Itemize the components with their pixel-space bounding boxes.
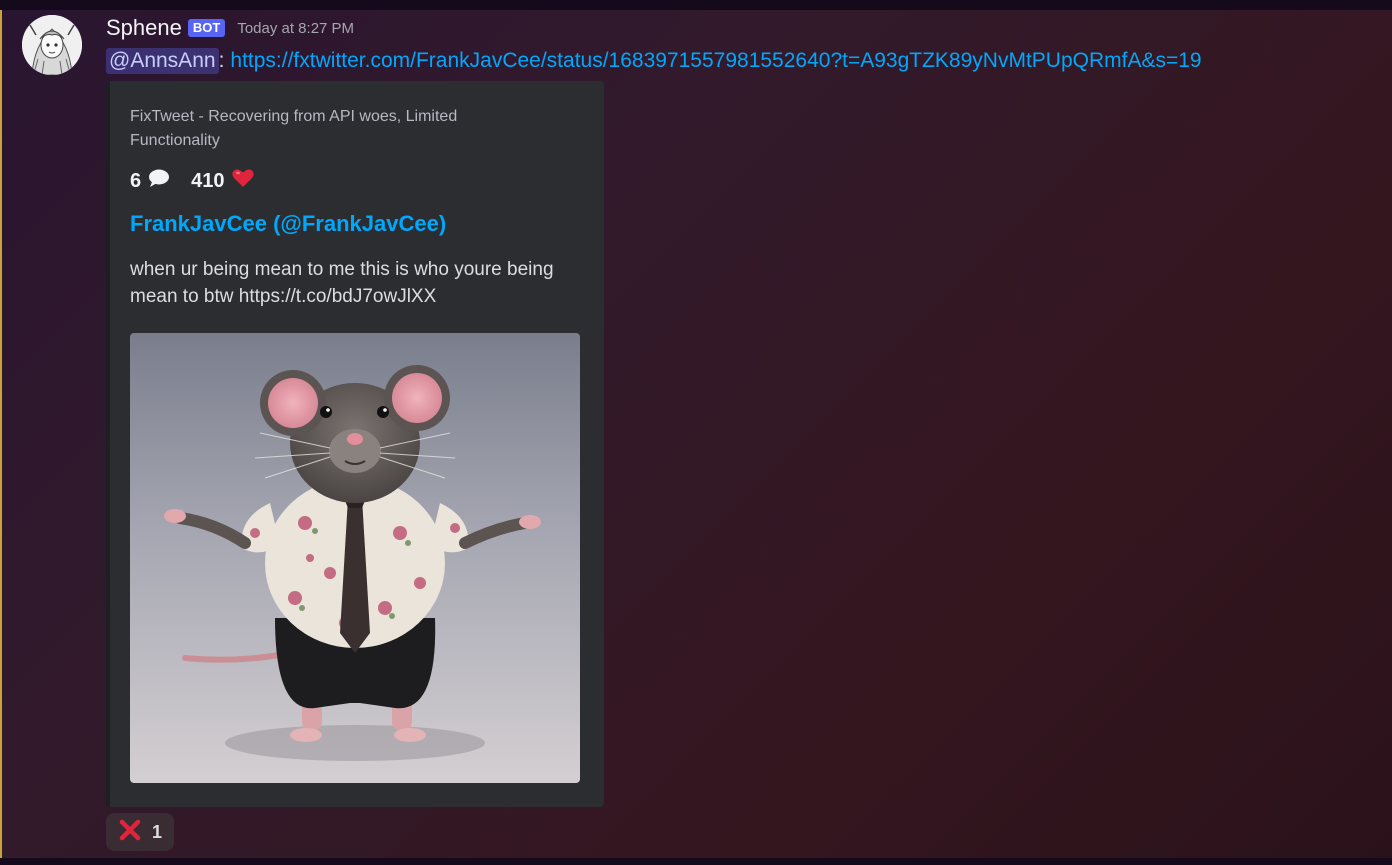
cross-mark-icon (118, 818, 142, 847)
message-timestamp[interactable]: Today at 8:27 PM (237, 20, 354, 37)
anime-girl-avatar-icon (22, 15, 82, 75)
message-content: @AnnsAnn : https://fxtwitter.com/FrankJa… (106, 45, 1202, 77)
bot-badge: BOT (187, 19, 226, 37)
tweet-embed: FixTweet - Recovering from API woes, Lim… (106, 81, 604, 807)
user-mention[interactable]: @AnnsAnn (106, 48, 219, 74)
speech-bubble-icon (147, 168, 171, 194)
heart-icon (231, 167, 255, 195)
author-name[interactable]: Sphene (106, 15, 182, 41)
reaction-button[interactable]: 1 (106, 813, 174, 851)
window-top-strip (0, 0, 1392, 10)
tweet-link[interactable]: https://fxtwitter.com/FrankJavCee/status… (230, 49, 1201, 73)
embed-provider[interactable]: FixTweet - Recovering from API woes, Lim… (130, 105, 550, 153)
embed-stats: 6 410 (130, 168, 255, 194)
avatar[interactable] (22, 15, 82, 75)
like-count: 410 (191, 169, 225, 192)
embed-author-link[interactable]: FrankJavCee (@FrankJavCee) (130, 211, 446, 237)
tweet-text: when ur being mean to me this is who you… (130, 259, 554, 307)
embed-accent-border (106, 81, 110, 807)
mention-highlight-bar (0, 10, 2, 858)
reply-count: 6 (130, 169, 142, 192)
reaction-count: 1 (151, 821, 162, 842)
mention-separator: : (218, 49, 225, 72)
rat-in-floral-shirt-image[interactable] (130, 333, 580, 783)
window-bottom-strip (0, 858, 1392, 865)
message-header: Sphene BOT Today at 8:27 PM (106, 14, 354, 42)
